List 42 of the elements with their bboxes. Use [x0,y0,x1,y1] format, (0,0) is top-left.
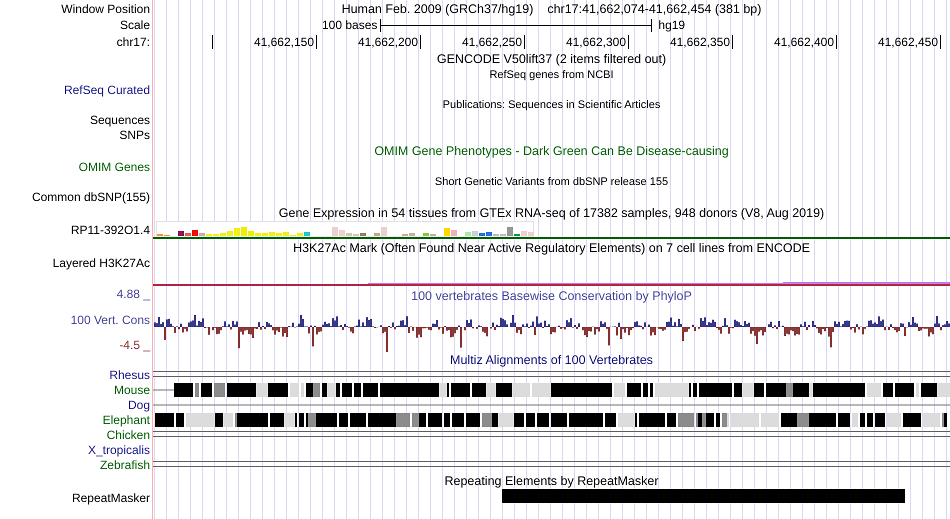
axis-min-label: -4.5 _ [119,338,150,352]
track-title: H3K27Ac Mark (Often Found Near Active Regulatory Elements) on 7 cell lines from ENCODE [293,240,810,254]
track-label: OMIM Genes [78,160,150,174]
track-title: 100 vertebrates Basewise Conservation by PhyloP [411,288,692,302]
track-label: Common dbSNP(155) [32,190,150,204]
scale-text: 100 bases [322,18,378,32]
axis-max-label: 4.88 _ [116,287,150,301]
species-label: Chicken [106,428,150,442]
track-title: RefSeq genes from NCBI [489,68,614,80]
assembly-title: Human Feb. 2009 (GRCh37/hg19) [342,2,534,16]
ruler-tick-label: 41,662,450 [837,34,941,48]
track-title: OMIM Gene Phenotypes - Dark Green Can Be Disease-causing [374,144,729,158]
track-label: Layered H3K27Ac [52,256,150,270]
position-text: chr17:41,662,074-41,662,454 (381 bp) [547,2,762,16]
track-title: Repeating Elements by RepeatMasker [444,474,658,488]
species-label: X_tropicalis [88,442,150,456]
species-label: Elephant [102,412,150,426]
ruler-tick-label: 41,662,400 [733,34,837,48]
ruler-tick-label: 41,662,200 [317,34,421,48]
ruler-tick-label: 41,662,250 [421,34,525,48]
species-label: Rhesus [109,368,150,382]
ruler-tick-label: 41,662,300 [525,34,629,48]
species-label: Zebrafish [100,458,150,472]
track-title: Publications: Sequences in Scientific Articles [442,98,660,110]
scale-assembly: hg19 [658,18,686,32]
track-title: Short Genetic Variants from dbSNP release 155 [434,176,668,188]
row-label: Scale [120,18,150,32]
track-label: RepeatMasker [72,491,150,505]
track-label: RefSeq Curated [64,82,150,96]
track-title: Gene Expression in 54 tissues from GTEx RNA-seq of 17382 samples, 948 donors (V8, Aug 2019) [278,206,824,220]
track-label: Sequences [90,112,150,126]
ruler-tick-label: 41,662,150 [213,34,317,48]
species-label: Mouse [114,382,150,396]
track-label: RP11-392O1.4 [70,223,150,237]
track-label: 100 Vert. Cons [70,312,150,326]
ruler-tick-label: 41,662,350 [629,34,733,48]
track-title: GENCODE V50lift37 (2 items filtered out) [436,52,666,66]
row-label: chr17: [116,34,150,48]
species-label: Dog [128,398,150,412]
track-label: SNPs [119,128,150,142]
track-title: Multiz Alignments of 100 Vertebrates [450,352,653,366]
row-label: Window Position [61,2,150,16]
